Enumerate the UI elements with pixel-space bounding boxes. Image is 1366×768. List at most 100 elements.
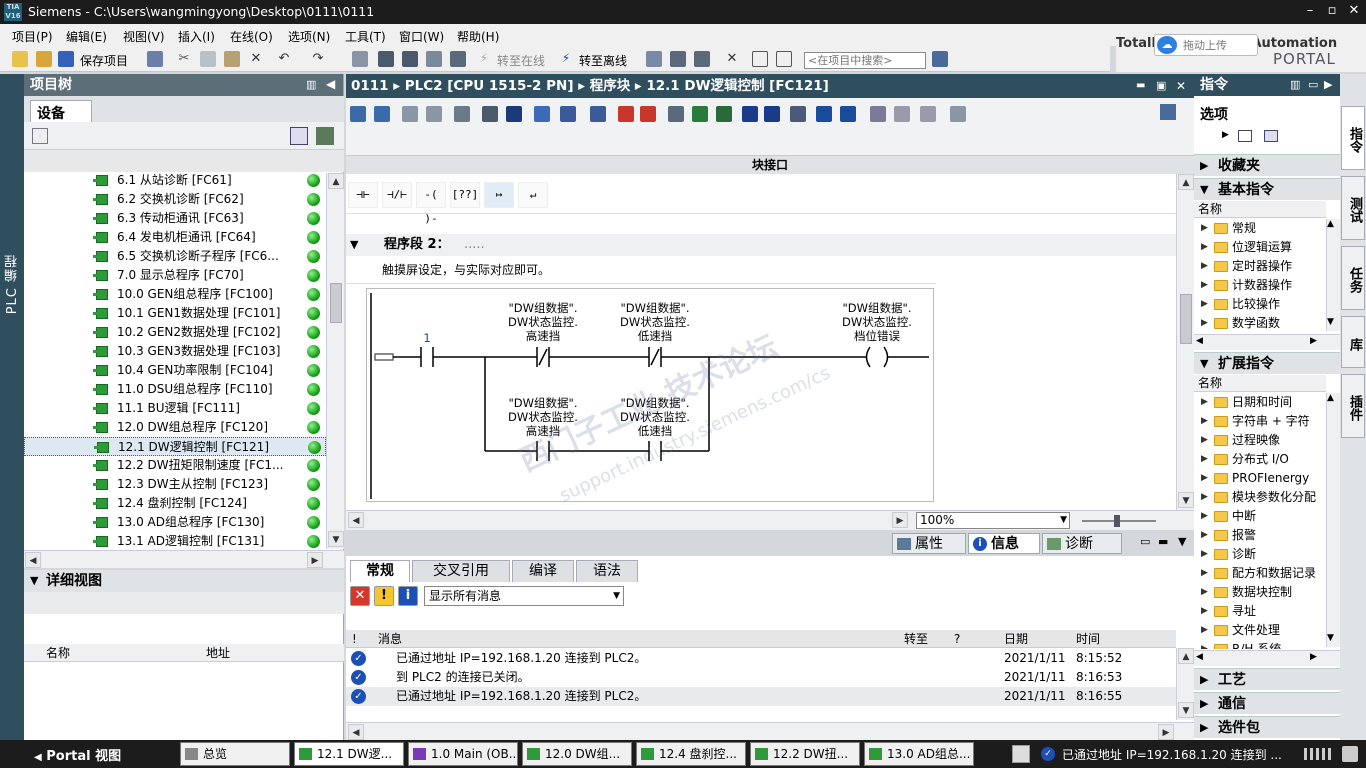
window-menu-icon[interactable]: ▬	[1136, 74, 1145, 98]
scroll-right-icon[interactable]: ▶	[307, 552, 323, 568]
project-tree-scrollbar[interactable]: ▲ ▼	[326, 173, 344, 549]
portal-view-button[interactable]: ◀ Portal 视图	[34, 745, 121, 764]
instruction-folder-item[interactable]: ▶ 日期和时间	[1194, 393, 1326, 412]
vtab-test[interactable]: 测试	[1341, 176, 1365, 240]
minimize-icon[interactable]: –	[1300, 2, 1320, 22]
instruction-folder-item[interactable]: ▶ 位逻辑运算	[1194, 238, 1326, 257]
copy-icon[interactable]	[200, 51, 216, 67]
expand-arrow-icon[interactable]: ▶	[1222, 130, 1229, 140]
scroll-left-icon[interactable]: ◀	[1196, 336, 1203, 346]
instruction-folder-item[interactable]: ▶ 报警	[1194, 526, 1326, 545]
info-filter-icon[interactable]: i	[398, 586, 418, 606]
scroll-up-icon[interactable]: ▲	[1178, 648, 1194, 664]
instruction-folder-item[interactable]: ▶ 常规	[1194, 219, 1326, 238]
scroll-up-icon[interactable]: ▲	[1178, 174, 1194, 190]
absolute-address-icon[interactable]	[482, 106, 498, 122]
next-error-icon[interactable]	[640, 106, 656, 122]
block-properties-icon[interactable]	[1160, 104, 1176, 120]
run-icon[interactable]	[920, 106, 936, 122]
collapse-down-icon[interactable]: ▼	[1178, 535, 1186, 548]
show-comments-icon[interactable]	[534, 106, 550, 122]
monitor-icon[interactable]	[454, 106, 470, 122]
taskbar-editor-tab[interactable]: 1.0 Main (OB...	[408, 742, 518, 766]
message-row[interactable]: ✓ 到 PLC2 的连接已关闭。 2021/1/11 8:16:53	[346, 668, 1176, 687]
collapse-panel-icon[interactable]: ◀	[326, 77, 335, 91]
call-hierarchy-icon[interactable]	[668, 106, 684, 122]
basic-hscroll[interactable]: ◀ ▶	[1194, 334, 1340, 350]
properties-tab[interactable]: 属性	[892, 533, 966, 554]
compile-subtab[interactable]: 编译	[512, 560, 574, 582]
tree-item[interactable]: 10.3 GEN3数据处理 [FC103]	[24, 342, 326, 361]
optional-packages-section[interactable]: ▶ 选件包	[1194, 716, 1340, 738]
tree-item[interactable]: 6.1 从站诊断 [FC61]	[24, 173, 326, 190]
message-filter-select[interactable]: 显示所有消息 ▼	[424, 586, 624, 606]
overview-icon[interactable]	[290, 127, 308, 145]
add-row-icon[interactable]	[426, 106, 442, 122]
cross-reference-subtab[interactable]: 交叉引用	[412, 560, 510, 582]
open-project-icon[interactable]	[36, 51, 52, 67]
tree-item[interactable]: 12.3 DW主从控制 [FC123]	[24, 475, 326, 494]
normally-closed-contact-button[interactable]: ⊣/⊢	[382, 182, 412, 208]
redo-icon[interactable]: ↷	[310, 51, 326, 67]
collapse-panel-icon[interactable]: ▶	[1324, 74, 1332, 96]
menu-view[interactable]: 视图(V)	[123, 28, 165, 45]
chevron-down-icon[interactable]: ▼	[613, 587, 620, 605]
info-tab[interactable]: i 信息	[968, 533, 1040, 554]
block-interface-bar[interactable]: 块接口	[346, 156, 1194, 174]
split-horizontal-icon[interactable]	[752, 51, 768, 67]
warnings-filter-icon[interactable]: !	[374, 586, 394, 606]
tree-item[interactable]: 12.1 DW逻辑控制 [FC121]	[24, 437, 326, 456]
delete-icon[interactable]: ✕	[248, 51, 264, 67]
instruction-folder-item[interactable]: ▶ 诊断	[1194, 545, 1326, 564]
taskbar-editor-tab[interactable]: 12.4 盘刹控...	[636, 742, 746, 766]
download-icon[interactable]	[378, 51, 394, 67]
scroll-left-icon[interactable]: ◀	[1196, 652, 1203, 662]
search-icon[interactable]	[932, 51, 948, 67]
instruction-folder-item[interactable]: ▶ 过程映像	[1194, 431, 1326, 450]
download-block-icon[interactable]	[716, 106, 732, 122]
minimize-panel-icon[interactable]: ▬	[1158, 535, 1168, 548]
step-icon[interactable]	[840, 106, 856, 122]
sync-icon[interactable]	[316, 127, 334, 145]
menu-window[interactable]: 窗口(W)	[399, 28, 444, 45]
panel-layout-icon[interactable]: ▥	[1290, 74, 1300, 96]
simulation-icon[interactable]	[426, 51, 442, 67]
chevron-down-icon[interactable]: ▼	[1060, 513, 1067, 528]
settings-icon[interactable]	[950, 106, 966, 122]
extended-vscroll[interactable]: ▲ ▼	[1326, 393, 1340, 647]
instruction-folder-item[interactable]: ▶ 文件处理	[1194, 621, 1326, 640]
network-comment[interactable]: 触摸屏设定，与实际对应即可。	[346, 256, 936, 284]
taskbar-editor-tab[interactable]: 总览	[180, 742, 290, 766]
scroll-right-icon[interactable]: ▶	[1158, 724, 1174, 740]
instruction-folder-item[interactable]: ▶ 模块参数化分配	[1194, 488, 1326, 507]
zoom-slider-thumb[interactable]	[1114, 515, 1120, 527]
cut-icon[interactable]: ✂	[176, 51, 192, 67]
rung-selector[interactable]	[374, 353, 394, 361]
vtab-instructions[interactable]: 指令	[1341, 106, 1365, 170]
favorites-section[interactable]: ▶ 收藏夹	[1194, 154, 1340, 176]
print-icon[interactable]	[147, 51, 163, 67]
collapse-networks-icon[interactable]	[590, 106, 606, 122]
syntax-subtab[interactable]: 语法	[576, 560, 638, 582]
go-online-button[interactable]: 转至在线	[497, 52, 545, 69]
project-search-input[interactable]	[804, 52, 926, 69]
technology-section[interactable]: ▶ 工艺	[1194, 668, 1340, 690]
upload-icon[interactable]	[402, 51, 418, 67]
new-project-icon[interactable]	[12, 51, 28, 67]
panel-layout-icon[interactable]: ▭	[1140, 535, 1150, 548]
tree-item[interactable]: 10.1 GEN1数据处理 [FC101]	[24, 304, 326, 323]
stop-cpu-icon[interactable]	[694, 51, 710, 67]
vtab-libraries[interactable]: 库	[1341, 316, 1365, 368]
restore-icon[interactable]: ▣	[1156, 74, 1166, 98]
menu-options[interactable]: 选项(N)	[288, 28, 330, 45]
coil-right[interactable]	[883, 346, 889, 368]
monitor-toggle-icon[interactable]	[742, 106, 758, 122]
tree-item[interactable]: 13.1 AD逻辑控制 [FC131]	[24, 532, 326, 549]
accessible-devices-icon[interactable]	[646, 51, 662, 67]
scroll-down-icon[interactable]: ▼	[1327, 633, 1334, 643]
tree-item[interactable]: 6.4 发电机柜通讯 [FC64]	[24, 228, 326, 247]
project-tree-hscroll[interactable]: ◀ ▶	[24, 550, 344, 568]
scroll-up-icon[interactable]: ▲	[328, 173, 344, 189]
contact-3-operand[interactable]: "DW组数据". DW状态监控. 低速挡	[605, 301, 705, 343]
scroll-left-icon[interactable]: ◀	[25, 552, 41, 568]
